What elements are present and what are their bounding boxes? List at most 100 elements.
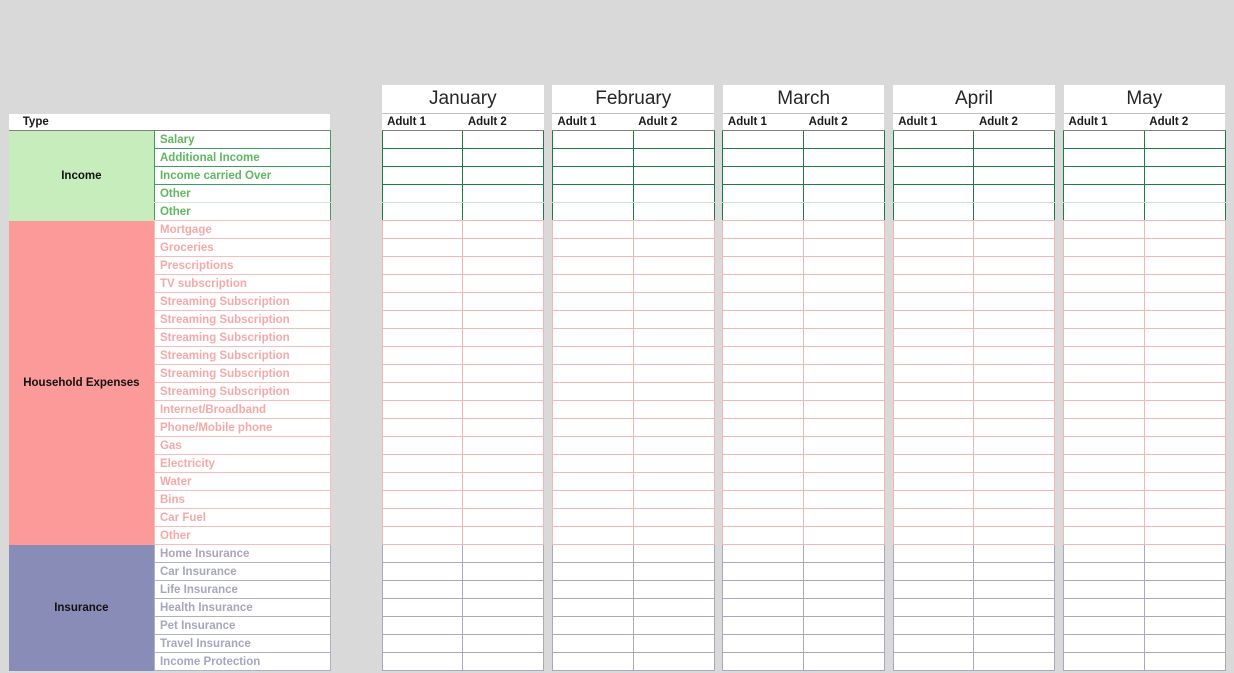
data-cell[interactable]: [381, 310, 464, 329]
column-header-type[interactable]: Type: [8, 113, 155, 131]
data-cell[interactable]: [892, 436, 975, 455]
data-cell[interactable]: [803, 310, 885, 329]
data-cell[interactable]: [892, 202, 975, 221]
data-cell[interactable]: [973, 166, 1056, 185]
data-cell[interactable]: [462, 616, 545, 635]
data-cell[interactable]: [632, 238, 715, 257]
row-label[interactable]: Gas: [153, 436, 331, 455]
data-cell[interactable]: [1063, 310, 1145, 329]
data-cell[interactable]: [1063, 616, 1145, 635]
data-cell[interactable]: [1143, 148, 1226, 167]
data-cell[interactable]: [551, 400, 634, 419]
data-cell[interactable]: [892, 292, 975, 311]
data-cell[interactable]: [722, 508, 805, 527]
row-label[interactable]: Electricity: [153, 454, 331, 473]
data-cell[interactable]: [803, 148, 885, 167]
row-label[interactable]: Streaming Subscription: [153, 292, 331, 311]
data-cell[interactable]: [632, 220, 715, 239]
data-cell[interactable]: [1143, 472, 1226, 491]
data-cell[interactable]: [973, 616, 1056, 635]
column-header-january-adult-2[interactable]: Adult 2: [462, 113, 544, 131]
data-cell[interactable]: [551, 202, 634, 221]
data-cell[interactable]: [1063, 598, 1145, 617]
row-label[interactable]: Salary: [153, 130, 331, 149]
data-cell[interactable]: [551, 634, 634, 653]
data-cell[interactable]: [803, 580, 885, 599]
data-cell[interactable]: [1063, 436, 1145, 455]
data-cell[interactable]: [1063, 562, 1145, 581]
data-cell[interactable]: [462, 490, 545, 509]
data-cell[interactable]: [722, 184, 805, 203]
data-cell[interactable]: [1143, 292, 1226, 311]
data-cell[interactable]: [892, 544, 975, 563]
column-header-item-blank[interactable]: [154, 113, 331, 131]
data-cell[interactable]: [1063, 328, 1145, 347]
data-cell[interactable]: [462, 130, 545, 149]
data-cell[interactable]: [632, 184, 715, 203]
data-cell[interactable]: [632, 436, 715, 455]
data-cell[interactable]: [803, 292, 885, 311]
data-cell[interactable]: [803, 562, 885, 581]
data-cell[interactable]: [973, 508, 1056, 527]
data-cell[interactable]: [551, 184, 634, 203]
data-cell[interactable]: [462, 526, 545, 545]
data-cell[interactable]: [973, 454, 1056, 473]
data-cell[interactable]: [803, 130, 885, 149]
row-label[interactable]: Streaming Subscription: [153, 382, 331, 401]
data-cell[interactable]: [973, 328, 1056, 347]
data-cell[interactable]: [462, 652, 545, 671]
row-label[interactable]: Groceries: [153, 238, 331, 257]
data-cell[interactable]: [1143, 364, 1226, 383]
data-cell[interactable]: [803, 400, 885, 419]
data-cell[interactable]: [632, 292, 715, 311]
data-cell[interactable]: [551, 346, 634, 365]
data-cell[interactable]: [722, 328, 805, 347]
data-cell[interactable]: [973, 238, 1056, 257]
data-cell[interactable]: [1063, 634, 1145, 653]
data-cell[interactable]: [551, 544, 634, 563]
data-cell[interactable]: [973, 364, 1056, 383]
data-cell[interactable]: [892, 256, 975, 275]
data-cell[interactable]: [551, 364, 634, 383]
data-cell[interactable]: [381, 184, 464, 203]
data-cell[interactable]: [462, 310, 545, 329]
data-cell[interactable]: [1063, 346, 1145, 365]
data-cell[interactable]: [803, 346, 885, 365]
data-cell[interactable]: [632, 256, 715, 275]
data-cell[interactable]: [892, 400, 975, 419]
data-cell[interactable]: [803, 472, 885, 491]
data-cell[interactable]: [722, 652, 805, 671]
data-cell[interactable]: [722, 220, 805, 239]
row-label[interactable]: Additional Income: [153, 148, 331, 167]
data-cell[interactable]: [973, 652, 1056, 671]
data-cell[interactable]: [1063, 544, 1145, 563]
data-cell[interactable]: [803, 490, 885, 509]
row-label[interactable]: Internet/Broadband: [153, 400, 331, 419]
row-label[interactable]: Prescriptions: [153, 256, 331, 275]
row-label[interactable]: Streaming Subscription: [153, 328, 331, 347]
data-cell[interactable]: [892, 634, 975, 653]
data-cell[interactable]: [551, 274, 634, 293]
data-cell[interactable]: [722, 562, 805, 581]
data-cell[interactable]: [381, 274, 464, 293]
row-label[interactable]: Home Insurance: [153, 544, 331, 563]
row-label[interactable]: Travel Insurance: [153, 634, 331, 653]
data-cell[interactable]: [803, 508, 885, 527]
data-cell[interactable]: [462, 364, 545, 383]
data-cell[interactable]: [1063, 526, 1145, 545]
data-cell[interactable]: [973, 382, 1056, 401]
data-cell[interactable]: [722, 148, 805, 167]
data-cell[interactable]: [381, 418, 464, 437]
data-cell[interactable]: [381, 346, 464, 365]
data-cell[interactable]: [722, 436, 805, 455]
data-cell[interactable]: [381, 454, 464, 473]
data-cell[interactable]: [462, 508, 545, 527]
data-cell[interactable]: [632, 598, 715, 617]
data-cell[interactable]: [892, 166, 975, 185]
data-cell[interactable]: [462, 472, 545, 491]
data-cell[interactable]: [973, 148, 1056, 167]
data-cell[interactable]: [632, 418, 715, 437]
data-cell[interactable]: [803, 652, 885, 671]
data-cell[interactable]: [722, 454, 805, 473]
data-cell[interactable]: [551, 328, 634, 347]
